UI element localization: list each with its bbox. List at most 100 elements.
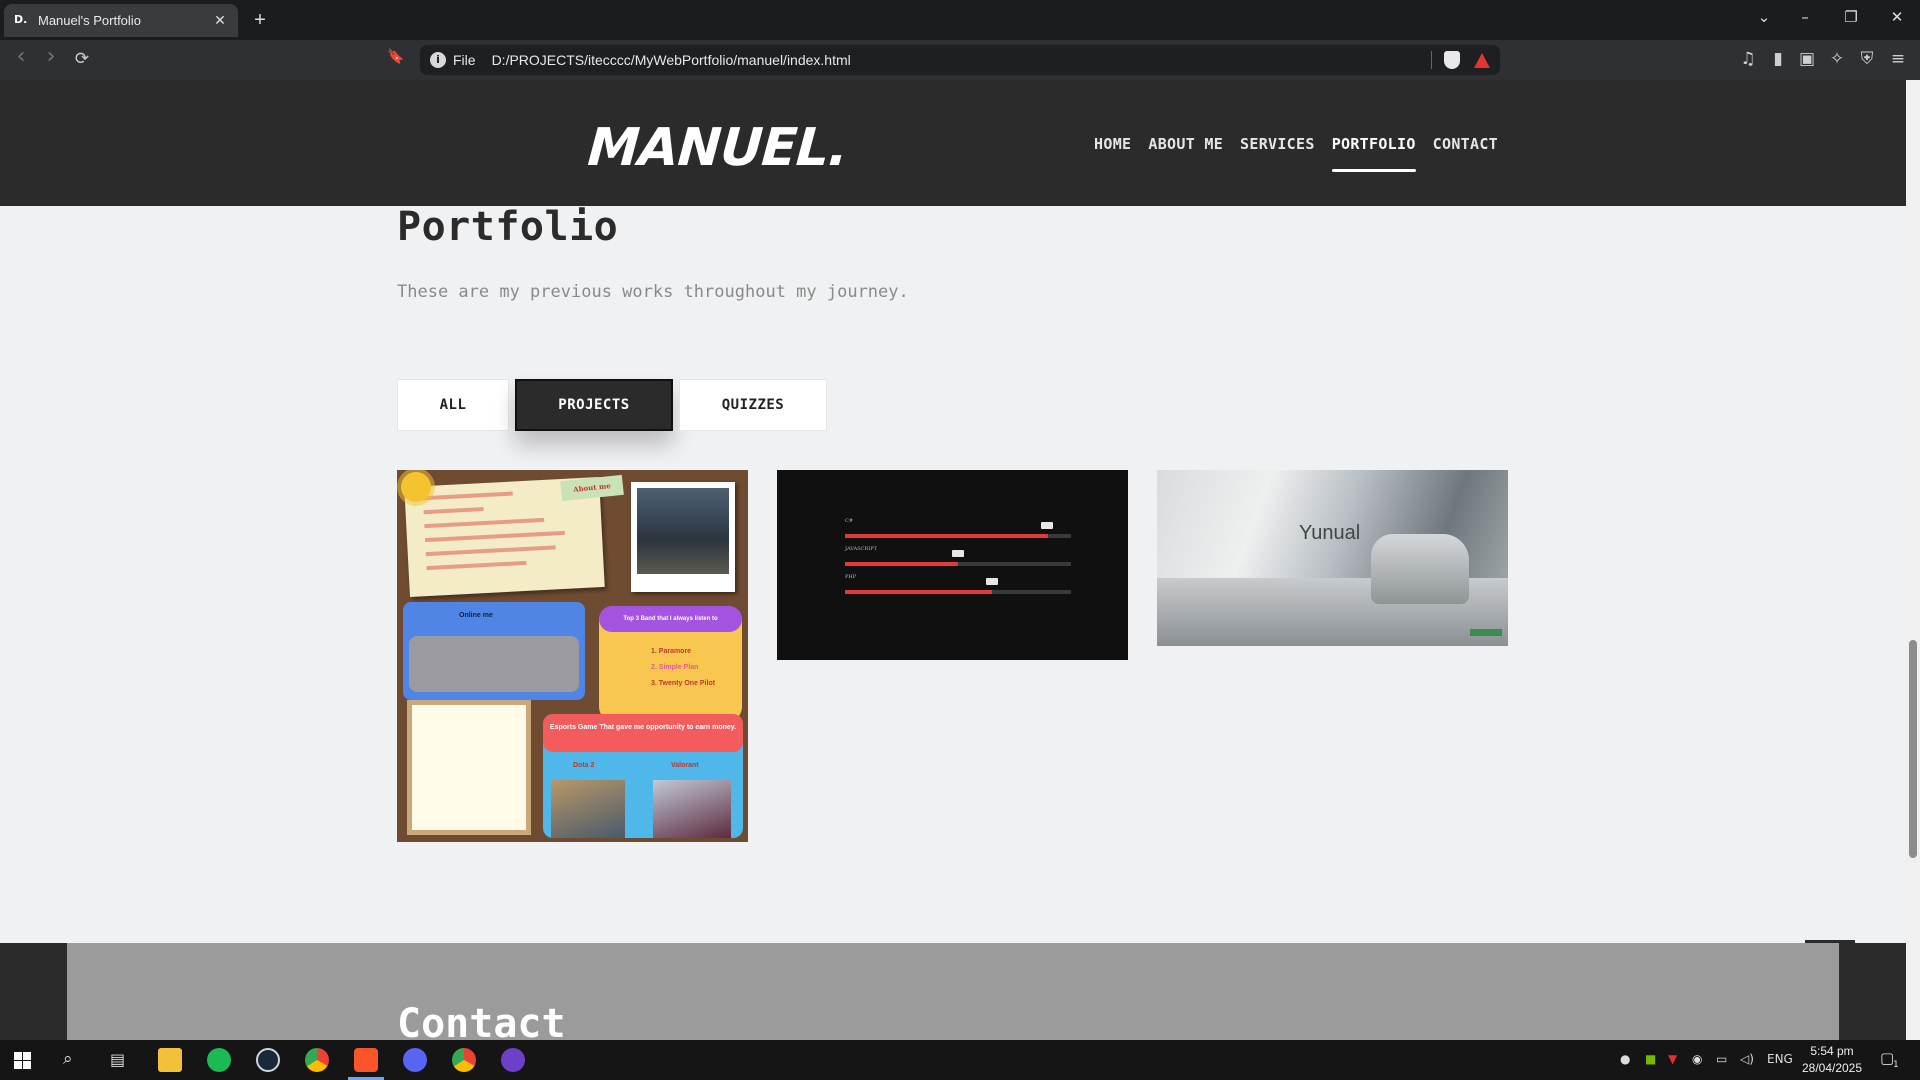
portfolio-card-yunual[interactable]: Yunual [1157, 470, 1508, 646]
band-item-2: 2. Simple Plan [651, 664, 699, 671]
sun-sticker [401, 472, 431, 502]
github-desktop-icon[interactable] [501, 1048, 525, 1072]
tab-list-icon[interactable]: ⌄ [1754, 8, 1774, 26]
discord-icon[interactable] [403, 1048, 427, 1072]
minimize-button[interactable]: – [1795, 8, 1815, 26]
steam-icon[interactable] [256, 1048, 280, 1072]
contact-background [67, 943, 1839, 1040]
task-view-icon[interactable]: ▤ [110, 1050, 125, 1069]
portfolio-title: Portfolio [397, 204, 619, 250]
filter-all-button[interactable]: ALL [397, 379, 509, 431]
back-icon[interactable]: ‹ [10, 44, 32, 69]
band-item-3: 3. Twenty One Pilot [651, 680, 716, 687]
reload-icon[interactable]: ⟳ [71, 49, 93, 69]
contact-section: Contact [0, 943, 1906, 1040]
nav-portfolio[interactable]: PORTFOLIO [1331, 135, 1416, 172]
leo-ai-icon[interactable]: ✧ [1826, 49, 1848, 69]
taskbar-clock[interactable]: 5:54 pm 28/04/2025 [1796, 1043, 1868, 1077]
skill-bar-csharp [845, 534, 1071, 538]
site-info-icon[interactable]: i [430, 52, 446, 68]
portfolio-filters: ALL PROJECTS QUIZZES [397, 379, 827, 431]
sidebar-icon[interactable]: ▮ [1767, 49, 1789, 69]
restore-button[interactable]: ❐ [1841, 8, 1861, 26]
portfolio-card-skills[interactable]: C# JAVASCRIPT PHP [777, 470, 1128, 660]
skill-tooltip-csharp [1041, 522, 1053, 529]
page-scrollbar[interactable] [1906, 80, 1920, 1040]
close-window-button[interactable]: ✕ [1887, 8, 1907, 26]
nav-about-me[interactable]: ABOUT ME [1148, 135, 1223, 153]
top-bands-label: Top 3 Band that I always listen to [623, 616, 718, 622]
url-scheme: File [453, 52, 476, 68]
new-tab-button[interactable]: + [250, 9, 270, 32]
skill-tooltip-javascript [952, 550, 964, 557]
esports-label: Esports Game That gave me opportunity to… [549, 724, 737, 731]
nvidia-tray-icon[interactable]: ■ [1645, 1052, 1656, 1066]
nav-home[interactable]: HOME [1094, 135, 1131, 153]
discord-tray-icon[interactable]: ● [1620, 1052, 1630, 1066]
antivirus-tray-icon[interactable]: ▼ [1668, 1052, 1677, 1066]
favicon-icon: D. [14, 12, 28, 26]
search-icon[interactable]: ⌕ [63, 1049, 73, 1069]
tab-close-icon[interactable]: ✕ [212, 12, 228, 29]
nav-contact[interactable]: CONTACT [1433, 135, 1498, 153]
wallet-icon[interactable]: ▣ [1796, 49, 1818, 69]
steam-tray-icon[interactable]: ◉ [1692, 1052, 1702, 1066]
windows-taskbar: ⌕ ▤ ● ■ ▼ ◉ ▭ ◁) ENG 5:54 pm 28/04/2025 … [0, 1040, 1920, 1080]
page-viewport: MANUEL. HOME ABOUT ME SERVICES PORTFOLIO… [0, 80, 1906, 1040]
yunual-headline: Yunual [1299, 522, 1361, 544]
network-icon[interactable]: ▭ [1716, 1052, 1727, 1066]
skill-bar-javascript [845, 562, 1071, 566]
address-divider [1431, 51, 1432, 69]
clock-date: 28/04/2025 [1801, 1061, 1863, 1075]
filter-quizzes-button[interactable]: QUIZZES [679, 379, 827, 431]
site-logo[interactable]: MANUEL. [586, 118, 849, 178]
portfolio-card-about-me[interactable]: About me Online me Top 3 Band that I alw… [397, 470, 748, 842]
contact-title: Contact [397, 1001, 566, 1040]
language-indicator[interactable]: ENG [1767, 1052, 1793, 1066]
nav-services[interactable]: SERVICES [1240, 135, 1315, 153]
skill-tooltip-php [986, 578, 998, 585]
browser-toolbar: ‹ › ⟳ 🔖 i File D:/PROJECTS/itecccc/MyWeb… [0, 40, 1920, 80]
skill-label-php: PHP [845, 574, 857, 580]
brave-icon[interactable] [354, 1048, 378, 1072]
favorites-list [407, 700, 531, 835]
skill-label-javascript: JAVASCRIPT [845, 546, 877, 552]
bookmark-icon[interactable]: 🔖 [385, 49, 407, 65]
main-nav: HOME ABOUT ME SERVICES PORTFOLIO CONTACT [1094, 135, 1498, 172]
online-me-panel: Online me [403, 602, 585, 700]
site-header: MANUEL. HOME ABOUT ME SERVICES PORTFOLIO… [0, 80, 1906, 206]
windows-start-icon[interactable] [14, 1052, 31, 1069]
filter-projects-button[interactable]: PROJECTS [515, 379, 673, 431]
media-icon[interactable]: ♫ [1737, 49, 1759, 69]
top-bands-panel: Top 3 Band that I always listen to 1. Pa… [599, 606, 742, 721]
brave-rewards-icon[interactable] [1474, 52, 1490, 68]
game-valorant: Valorant [671, 762, 699, 769]
band-item-1: 1. Paramore [651, 648, 692, 655]
skill-fill-javascript [845, 562, 958, 566]
skill-label-csharp: C# [845, 518, 854, 524]
browser-tab-strip: D. Manuel's Portfolio ✕ + ⌄ – ❐ ✕ [0, 0, 1920, 40]
skill-fill-php [845, 590, 992, 594]
notification-count: 1 [1893, 1060, 1899, 1070]
chrome-icon[interactable] [305, 1048, 329, 1072]
online-me-label: Online me [459, 612, 493, 619]
car-image [1371, 534, 1469, 604]
vpn-icon[interactable]: ⛨ [1856, 49, 1878, 69]
forward-icon[interactable]: › [40, 44, 62, 69]
chrome-profile-icon[interactable] [452, 1048, 476, 1072]
file-explorer-icon[interactable] [158, 1048, 182, 1072]
game-dota: Dota 2 [573, 762, 595, 769]
address-bar[interactable]: i File D:/PROJECTS/itecccc/MyWebPortfoli… [420, 45, 1500, 75]
url-text[interactable]: D:/PROJECTS/itecccc/MyWebPortfolio/manue… [492, 52, 1431, 68]
profile-photo [631, 482, 735, 592]
clock-time: 5:54 pm [1810, 1044, 1854, 1058]
menu-icon[interactable]: ≡ [1887, 49, 1909, 69]
green-badge [1470, 629, 1502, 636]
browser-tab[interactable]: D. Manuel's Portfolio ✕ [4, 4, 238, 37]
scrollbar-thumb[interactable] [1909, 640, 1917, 858]
spotify-icon[interactable] [207, 1048, 231, 1072]
tab-title: Manuel's Portfolio [38, 13, 141, 28]
esports-panel: Esports Game That gave me opportunity to… [543, 714, 743, 838]
brave-shields-icon[interactable] [1444, 51, 1460, 69]
volume-icon[interactable]: ◁) [1740, 1052, 1754, 1066]
